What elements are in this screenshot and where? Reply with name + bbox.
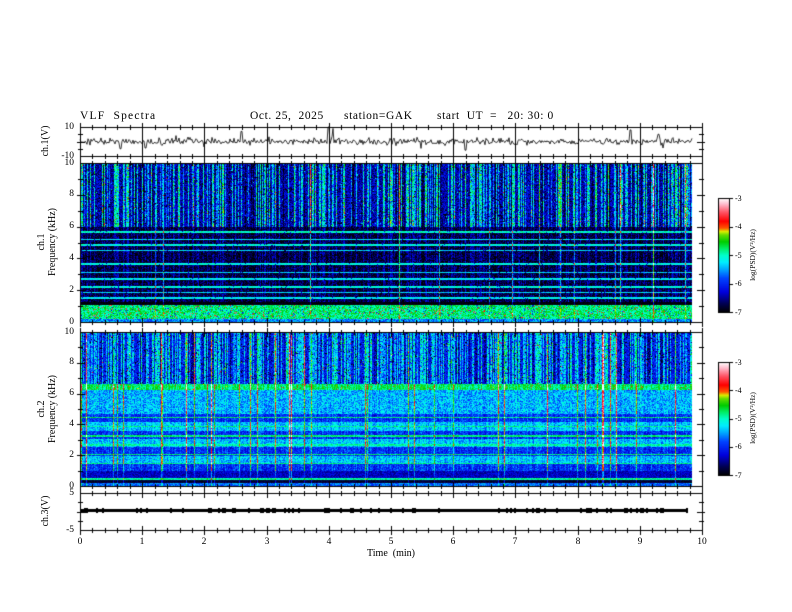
- x-tick-0: 0: [77, 537, 83, 547]
- ch2-spec-ytick-6: 6: [69, 388, 74, 398]
- ch2-spec-ytick-10: 10: [64, 327, 75, 337]
- cb1-tick--4: -4: [735, 222, 742, 231]
- x-tick-8: 8: [575, 537, 581, 547]
- x-tick-3: 3: [264, 537, 270, 547]
- x-tick-5: 5: [388, 537, 394, 547]
- vlf-spectra-plot-canvas: [0, 0, 792, 612]
- ch1-spec-ytick-4: 4: [69, 253, 74, 263]
- cb2-tick--4: -4: [735, 386, 742, 395]
- x-tick-4: 4: [326, 537, 332, 547]
- ch3-wave-ytick--5: -5: [66, 525, 74, 535]
- cb2-tick--6: -6: [735, 442, 742, 451]
- cb1-tick--3: -3: [735, 194, 742, 203]
- x-tick-9: 9: [637, 537, 643, 547]
- station-label: station=GAK: [344, 110, 413, 122]
- ch1-spec-ytick-6: 6: [69, 221, 74, 231]
- ch1-spec-ytick-8: 8: [69, 189, 74, 199]
- colorbar1-title: log(PSD)(V²/Hz): [748, 229, 757, 281]
- ch2-spec-ytick-8: 8: [69, 357, 74, 367]
- x-tick-7: 7: [512, 537, 518, 547]
- ch2-spec-ytick-2: 2: [69, 450, 74, 460]
- x-tick-6: 6: [450, 537, 456, 547]
- cb1-tick--7: -7: [735, 308, 742, 317]
- ch1-spec-ytick-10: 10: [64, 158, 75, 168]
- ch1-spec-ytick-2: 2: [69, 285, 74, 295]
- ch1-voltage-axis-label: ch.1(V): [40, 101, 52, 181]
- time-axis-title: Time (min): [367, 548, 415, 559]
- x-tick-2: 2: [201, 537, 207, 547]
- start-ut-label: start UT = 20: 30: 0: [437, 110, 554, 122]
- date-label: Oct. 25, 2025: [250, 110, 324, 122]
- cb1-tick--6: -6: [735, 279, 742, 288]
- ch1-wave-ytick-10: 10: [64, 122, 75, 132]
- vlf-spectra-window: VLF Spectra Oct. 25, 2025 station=GAK st…: [0, 0, 792, 612]
- cb2-tick--3: -3: [735, 358, 742, 367]
- page-title: VLF Spectra: [80, 110, 157, 122]
- ch3-voltage-axis-text: ch.3(V): [40, 495, 51, 527]
- cb2-tick--7: -7: [735, 471, 742, 480]
- ch3-wave-ytick-5: 5: [69, 488, 74, 498]
- cb2-tick--5: -5: [735, 414, 742, 423]
- colorbar2-title: log(PSD)(V²/Hz): [748, 392, 757, 444]
- x-tick-10: 10: [697, 537, 707, 547]
- cb1-tick--5: -5: [735, 251, 742, 260]
- x-tick-1: 1: [139, 537, 145, 547]
- ch2-spec-ytick-4: 4: [69, 419, 74, 429]
